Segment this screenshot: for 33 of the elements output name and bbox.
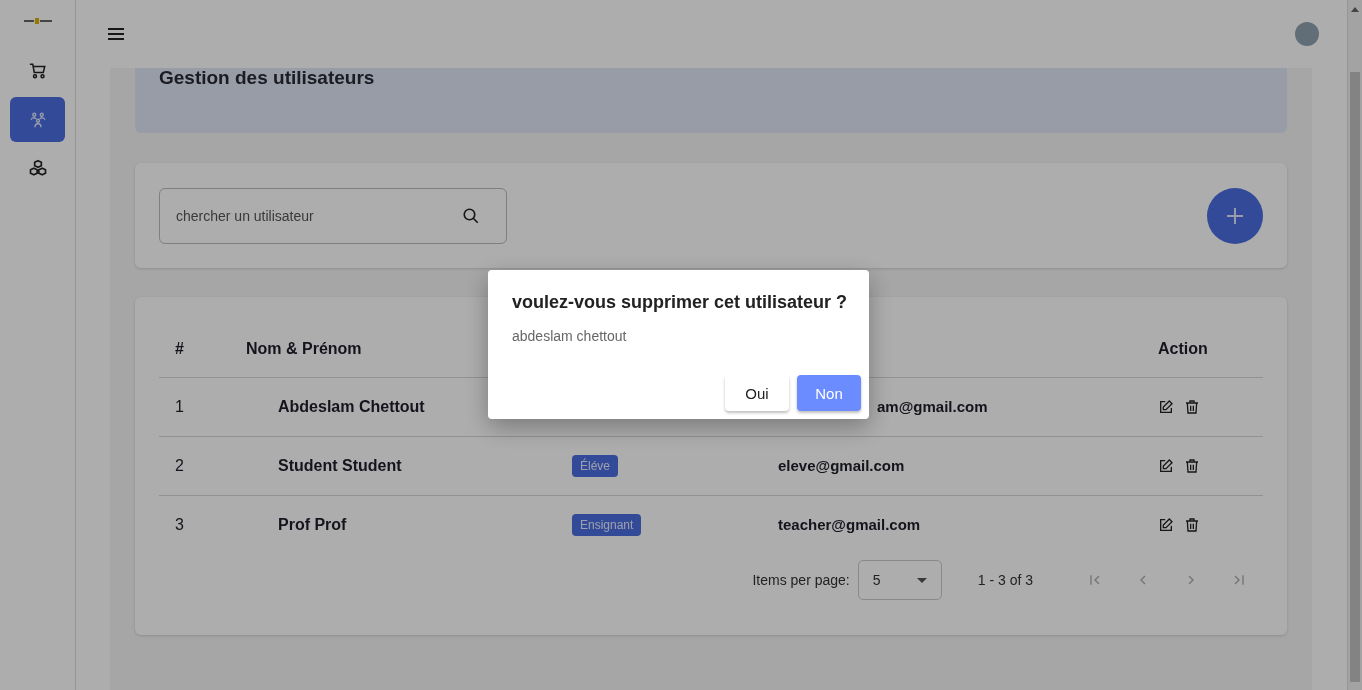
trash-icon[interactable]	[1184, 517, 1200, 533]
scrollbar-thumb[interactable]	[1350, 72, 1360, 682]
role-badge: Ensignant	[572, 514, 642, 536]
column-header: #	[159, 321, 246, 378]
plus-icon	[1226, 206, 1244, 225]
user-name: Prof Prof	[246, 495, 556, 554]
confirm-ok-button[interactable]: Oui	[725, 375, 789, 411]
trash-icon[interactable]	[1184, 458, 1200, 474]
dialog-title: voulez-vous supprimer cet utilisateur ?	[512, 292, 849, 313]
items-per-page-label: Items per page:	[752, 572, 850, 588]
edit-icon[interactable]	[1158, 458, 1174, 474]
user-email: teacher@gmail.com	[778, 516, 921, 533]
logo-drawing	[23, 18, 52, 24]
table-cell: 1	[159, 377, 246, 437]
edit-icon[interactable]	[1158, 399, 1174, 415]
search-field[interactable]: chercher un utilisateur	[159, 187, 507, 244]
column-header: Action	[1142, 321, 1263, 378]
trash-icon[interactable]	[1184, 399, 1200, 415]
page-range: 1 - 3 of 3	[977, 572, 1033, 588]
user-email: am@gmail.com	[876, 398, 988, 415]
menu-icon[interactable]	[108, 27, 124, 41]
search-icon[interactable]	[462, 206, 480, 225]
table-cell: 2	[159, 436, 246, 496]
cart-icon	[28, 61, 47, 80]
user-name: Student Student	[246, 436, 556, 496]
page-size-select[interactable]: 5	[857, 560, 942, 600]
users-icon	[28, 110, 47, 129]
table-cell: 3	[159, 495, 246, 554]
page-title: Gestion des utilisateurs	[159, 68, 376, 88]
cubes-icon	[27, 158, 48, 179]
user-email: eleve@gmail.com	[778, 457, 905, 474]
edit-icon[interactable]	[1158, 517, 1174, 533]
role-badge: Éléve	[572, 455, 619, 477]
